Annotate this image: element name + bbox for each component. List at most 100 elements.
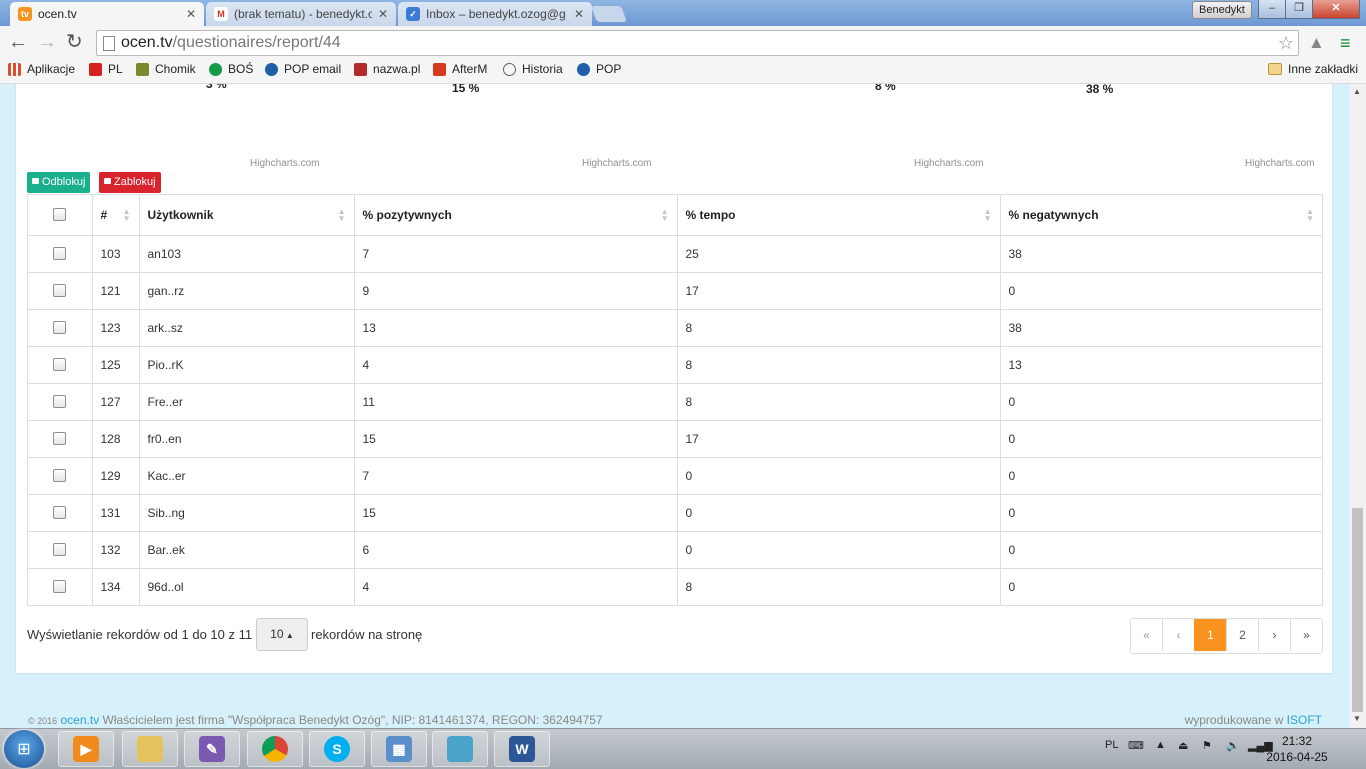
highcharts-credit[interactable]: Highcharts.com [582,158,651,169]
bookmark-pop-email[interactable]: POP email [265,62,341,76]
column-negative[interactable]: % negatywnych ▲ ▼ [1000,195,1322,236]
chart-label: 15 % [452,84,480,95]
prev-page-button[interactable]: ‹ [1162,619,1194,651]
row-checkbox[interactable] [53,506,67,519]
bookmark-bos[interactable]: BOŚ [209,62,253,76]
volume-icon[interactable]: 🔈 [1226,739,1240,752]
chart-label: 8 % [875,84,896,93]
brand-link[interactable]: ocen.tv [61,713,100,727]
page-1-button[interactable]: 1 [1194,619,1226,651]
profile-button[interactable]: Benedykt [1192,1,1252,19]
table-row: 131 Sib..ng 15 0 0 [28,494,1322,532]
close-window-button[interactable]: ✕ [1312,0,1360,19]
scroll-up-icon[interactable]: ▲ [1353,87,1361,96]
unlock-button[interactable]: Odblokuj [27,172,91,193]
column-id[interactable]: # ▲ ▼ [92,195,140,236]
table-row: 134 96d..ol 4 8 0 [28,568,1322,605]
next-page-button[interactable]: › [1258,619,1290,651]
nazwa-icon [354,62,367,76]
report-card: 3 % 15 % 8 % 38 % Highcharts.com Highcha… [15,84,1333,674]
action-center-icon[interactable]: ⚑ [1202,739,1212,752]
page-scrollbar[interactable]: ▲ ▼ [1350,84,1366,728]
sort-icon: ▲ ▼ [122,207,131,223]
other-bookmarks[interactable]: Inne zakładki [1268,62,1358,76]
scroll-down-icon[interactable]: ▼ [1353,714,1361,723]
column-tempo[interactable]: % tempo ▲ ▼ [677,195,1001,236]
highcharts-credit[interactable]: Highcharts.com [1245,158,1314,169]
paint-icon[interactable]: ✎ [184,731,240,767]
isoft-link[interactable]: ISOFT [1287,713,1322,727]
afterm-icon [433,62,446,76]
chrome-icon[interactable] [247,731,303,767]
table-footer: Wyświetlanie rekordów od 1 do 10 z 11 10… [27,618,1323,654]
select-all-checkbox[interactable] [53,208,67,222]
row-checkbox[interactable] [53,432,67,445]
table-header: # ▲ ▼ Użytkownik ▲ ▼ % pozytywnych ▲ ▼ % tempo… [28,195,1322,236]
pop-icon [577,62,590,76]
tab-gmail[interactable]: M (brak tematu) - benedykt.o ✕ [206,2,396,26]
maximize-button[interactable]: ❐ [1285,0,1313,19]
folder-icon [1268,63,1282,75]
bookmarks-bar: Aplikacje PL Chomik BOŚ POP email nazwa.… [0,59,1366,84]
lock-button[interactable]: Zablokuj [99,172,161,193]
tab-inbox[interactable]: ✓ Inbox – benedykt.ozog@g ✕ [398,2,592,26]
table-row: 125 Pio..rK 4 8 13 [28,346,1322,384]
skype-icon[interactable]: S [309,731,365,767]
photo-viewer-icon[interactable] [432,731,488,767]
row-checkbox[interactable] [53,284,67,297]
menu-icon[interactable]: ≡ [1340,33,1351,54]
windows-taskbar: ⊞ ▶ ✎ S ▦ W PL ⌨ ▲ ⏏ ⚑ 🔈 ▂▄▆ 21:32 2016-… [0,728,1366,769]
column-positive[interactable]: % pozytywnych ▲ ▼ [354,195,678,236]
highcharts-credit[interactable]: Highcharts.com [914,158,983,169]
scroll-thumb[interactable] [1352,508,1363,712]
pagination: « ‹ 1 2 › » [1130,618,1323,654]
drive-icon[interactable]: ▲ [1308,33,1325,53]
close-icon[interactable]: ✕ [378,7,388,21]
table-row: 132 Bar..ek 6 0 0 [28,531,1322,569]
start-button[interactable]: ⊞ [4,730,44,768]
page-2-button[interactable]: 2 [1226,619,1258,651]
bookmark-historia[interactable]: Historia [503,62,563,76]
sort-icon: ▲ ▼ [1306,207,1314,223]
page-size-select[interactable]: 10 ▲ [256,618,308,651]
bookmark-star-icon[interactable]: ☆ [1278,31,1294,55]
bookmark-pl[interactable]: PL [89,62,123,76]
last-page-button[interactable]: » [1290,619,1322,651]
clock[interactable]: 21:32 2016-04-25 [1262,733,1332,765]
sort-icon: ▲ ▼ [660,207,669,223]
bookmark-nazwa[interactable]: nazwa.pl [354,62,420,76]
keyboard-icon[interactable]: ⌨ [1128,739,1144,752]
tab-ocen[interactable]: tv ocen.tv ✕ [10,2,204,26]
row-checkbox[interactable] [53,543,67,556]
date: 2016-04-25 [1266,750,1328,764]
bookmark-pop[interactable]: POP [577,62,621,76]
minimize-button[interactable]: – [1258,0,1286,19]
bookmark-afterm[interactable]: AfterM [433,62,487,76]
bookmark-apps[interactable]: Aplikacje [8,62,75,76]
row-checkbox[interactable] [53,580,67,594]
show-hidden-icons[interactable]: ▲ [1155,739,1166,751]
row-checkbox[interactable] [53,469,67,482]
row-checkbox[interactable] [53,358,67,371]
bookmark-chomik[interactable]: Chomik [136,62,196,76]
address-bar[interactable]: ocen.tv/questionaires/report/44 ☆ [96,30,1299,56]
reload-icon[interactable]: ↻ [66,32,83,52]
close-icon[interactable]: ✕ [186,7,196,21]
back-icon[interactable]: ← [8,32,28,52]
explorer-icon[interactable] [122,731,178,767]
new-tab-button[interactable] [591,6,627,22]
usb-icon[interactable]: ⏏ [1178,739,1188,752]
forward-icon[interactable]: → [37,32,57,52]
apps-icon [8,62,21,76]
language-indicator[interactable]: PL [1105,739,1118,751]
media-player-icon[interactable]: ▶ [58,731,114,767]
column-user[interactable]: Użytkownik ▲ ▼ [139,195,355,236]
close-icon[interactable]: ✕ [574,7,584,21]
first-page-button[interactable]: « [1131,619,1162,651]
control-panel-icon[interactable]: ▦ [371,731,427,767]
row-checkbox[interactable] [53,247,67,260]
word-icon[interactable]: W [494,731,550,767]
row-checkbox[interactable] [53,321,67,334]
highcharts-credit[interactable]: Highcharts.com [250,158,319,169]
row-checkbox[interactable] [53,395,67,408]
